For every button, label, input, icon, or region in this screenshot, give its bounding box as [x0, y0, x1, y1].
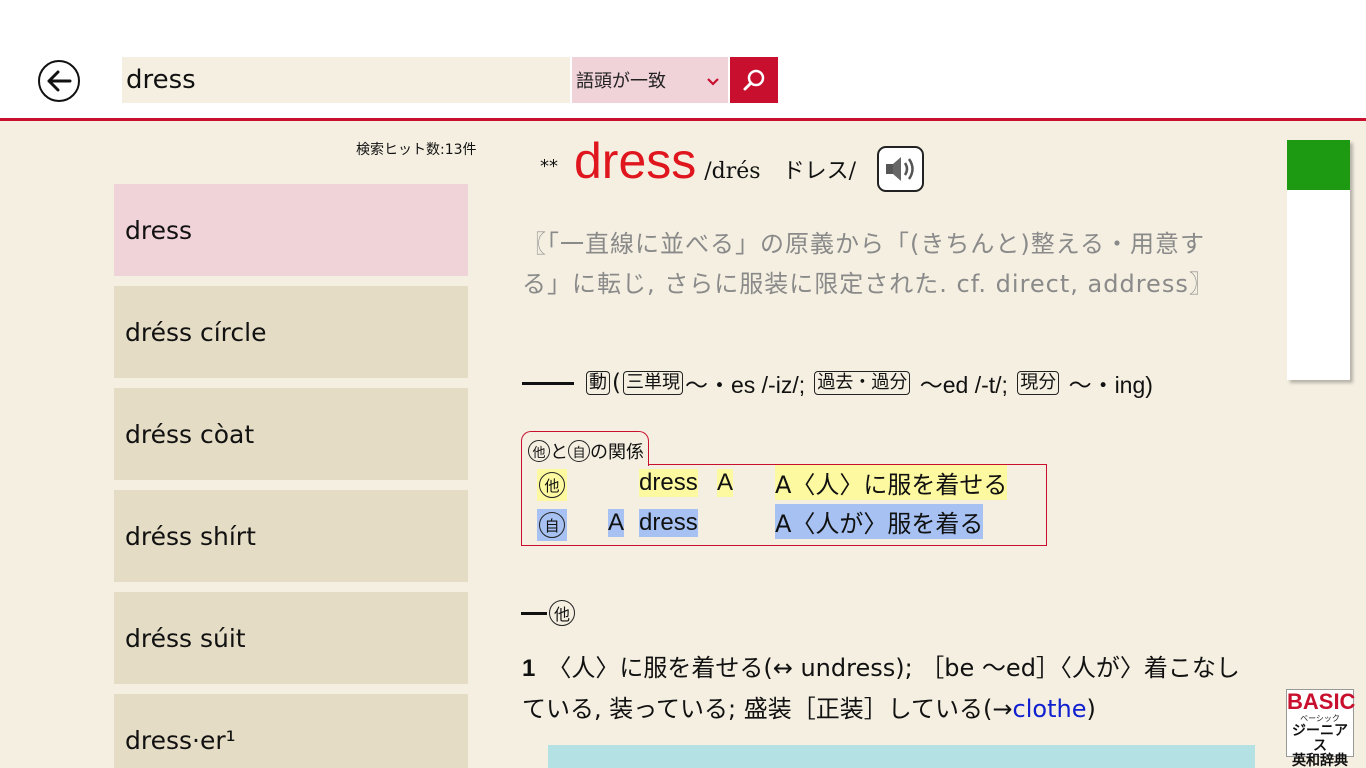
example-block: [548, 745, 1255, 768]
frequency-stars: **: [540, 156, 558, 177]
conj-form: ～ed /-t/;: [919, 372, 1008, 398]
list-item[interactable]: dréss shírt: [114, 490, 468, 582]
result-list: dress dréss círcle dréss còat dréss shír…: [114, 184, 468, 768]
sense-1: 1 〈人〉に服を着せる(↔ undress); ［be ～ed］〈人が〉着こなして…: [522, 648, 1242, 729]
relation-verb: dress: [639, 509, 698, 537]
pronunciation: /drés ドレス/: [704, 159, 856, 184]
match-mode-value: 語頭が一致: [576, 71, 666, 92]
sense-close: ): [1086, 695, 1096, 723]
relation-table: 他 dress A A〈人〉に服を着せる 自 A dress A〈人が〉服を着る: [521, 464, 1047, 546]
dictionary-logo: BASIC ベーシック ジーニアス 英和辞典: [1286, 689, 1356, 768]
intransitive-mark: 自: [539, 512, 565, 538]
intransitive-mark: 自: [568, 440, 590, 462]
headword: dress: [574, 133, 697, 189]
conj-label: 現分: [1017, 371, 1060, 395]
play-audio-button[interactable]: [877, 146, 924, 192]
etymology: 〖「一直線に並べる」の原義から「(きちんと)整える・用意する」に転じ, さらに服…: [522, 230, 1214, 298]
search-input[interactable]: [122, 57, 570, 103]
conj-label: 三単現: [622, 371, 683, 395]
logo-subtitle: 英和辞典: [1292, 752, 1348, 768]
relation-title-mid: と: [550, 442, 568, 463]
entry-dash: [522, 381, 574, 385]
relation-verb: dress: [639, 469, 698, 497]
arrow-left-icon: [47, 70, 72, 92]
transitive-mark: 他: [539, 472, 565, 498]
relation-subject: A: [608, 509, 625, 537]
logo-basic: BASIC: [1287, 689, 1356, 714]
relation-title: の関係: [590, 442, 644, 463]
match-mode-select[interactable]: 語頭が一致: [572, 57, 728, 103]
relation-meaning: A〈人〉に服を着せる: [775, 465, 1008, 500]
transitive-mark: 他: [528, 440, 550, 462]
relation-meaning: A〈人が〉服を着る: [775, 504, 984, 539]
list-item[interactable]: dréss círcle: [114, 286, 468, 378]
conj-form: ～・ing): [1068, 372, 1153, 398]
scroll-indicator[interactable]: [1287, 140, 1350, 380]
list-item[interactable]: dress: [114, 184, 468, 276]
hit-count: 検索ヒット数:13件: [356, 142, 477, 158]
back-button[interactable]: [38, 60, 80, 102]
list-item[interactable]: dress·er¹: [114, 694, 468, 768]
conj-label: 過去・過分: [814, 371, 911, 395]
intransitive-row-mark: 自: [537, 509, 567, 541]
top-divider: [0, 118, 1366, 121]
scroll-thumb[interactable]: [1287, 140, 1350, 190]
search-icon: [743, 69, 765, 91]
speaker-icon: [885, 157, 914, 181]
conjugation-line: 動 ( 三単現 ～・es /-iz/; 過去・過分 ～ed /-t/; 現分 ～…: [522, 366, 1153, 400]
search-button[interactable]: [730, 57, 778, 103]
sense-text: 〈人〉に服を着せる(↔ undress); ［be ～ed］〈人が〉着こなしてい…: [522, 654, 1240, 723]
list-item[interactable]: dréss súit: [114, 592, 468, 684]
relation-object: A: [717, 469, 734, 497]
pos-box: 動: [586, 371, 610, 395]
sense-number: 1: [522, 655, 536, 682]
conj-form: ～・es /-iz/;: [684, 372, 806, 398]
transitive-label: 他: [549, 600, 575, 626]
chevron-down-icon: [707, 78, 719, 86]
pos-dash: [521, 611, 547, 615]
transitive-row-mark: 他: [537, 469, 567, 501]
list-item[interactable]: dréss còat: [114, 388, 468, 480]
pos-heading: 他: [521, 600, 575, 626]
conj-open: (: [612, 370, 621, 396]
logo-title: ジーニアス: [1292, 722, 1348, 753]
cross-reference-link[interactable]: clothe: [1013, 695, 1087, 723]
relation-tab: 他 と 自 の関係: [521, 431, 649, 466]
